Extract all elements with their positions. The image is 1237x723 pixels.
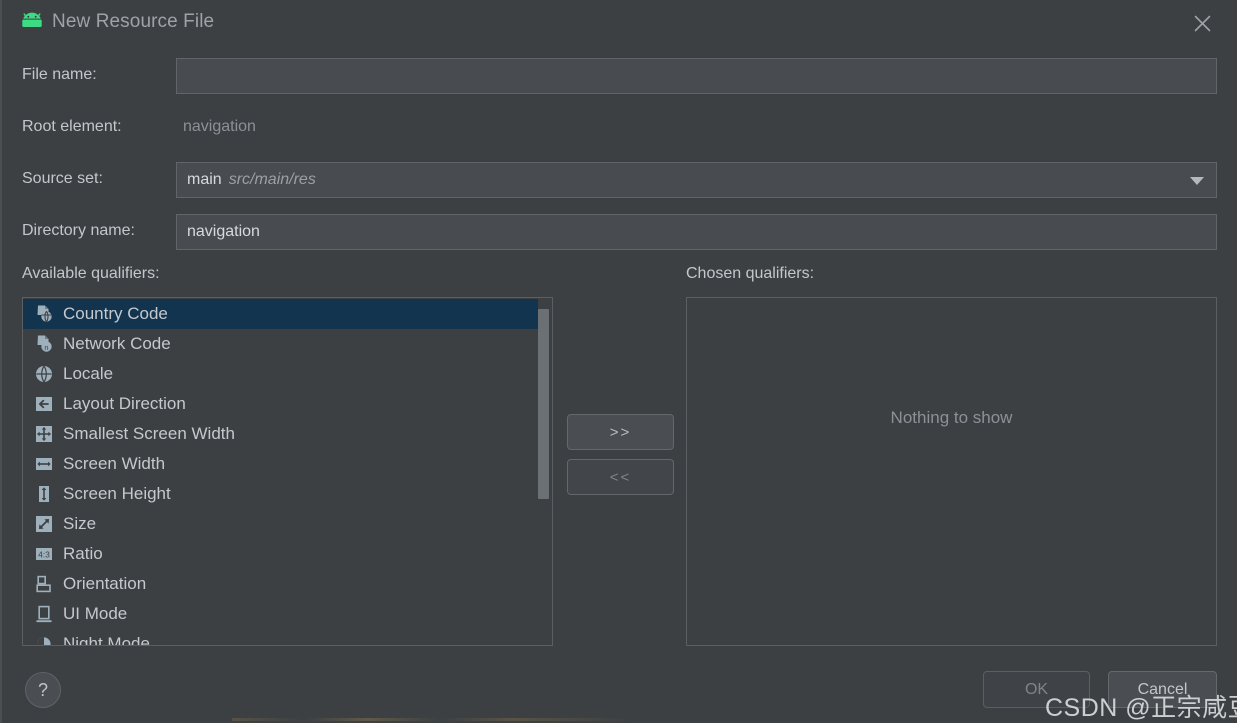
dialog-title: New Resource File	[52, 11, 215, 32]
chosen-qualifiers-label: Chosen qualifiers:	[686, 265, 815, 282]
night-mode-icon	[33, 633, 55, 645]
qualifier-item-label: Layout Direction	[63, 394, 186, 413]
ratio-43-icon: 4:3	[33, 543, 55, 565]
qualifier-list-item[interactable]: Screen Height	[23, 479, 538, 509]
background-sliver	[232, 718, 632, 721]
ok-button[interactable]: OK	[983, 671, 1090, 708]
qualifier-item-label: Network Code	[63, 334, 171, 353]
qualifier-item-label: Locale	[63, 364, 114, 383]
scrollbar-thumb[interactable]	[538, 309, 549, 499]
qualifier-list-item[interactable]: 4:3 Ratio	[23, 539, 538, 569]
source-set-label: Source set:	[22, 170, 103, 187]
orientation-icon	[33, 573, 55, 595]
qualifier-list-item[interactable]: Smallest Screen Width	[23, 419, 538, 449]
qualifier-item-label: Night Mode	[63, 634, 150, 646]
source-set-path: src/main/res	[228, 171, 316, 188]
qualifier-list-item[interactable]: UI Mode	[23, 599, 538, 629]
qualifier-item-label: Country Code	[63, 304, 168, 323]
file-name-input[interactable]	[176, 58, 1217, 94]
diagonal-arrow-icon	[33, 513, 55, 535]
directory-name-label: Directory name:	[22, 222, 135, 239]
root-element-label: Root element:	[22, 118, 122, 135]
svg-text:n: n	[44, 343, 48, 352]
android-robot-icon	[19, 11, 45, 33]
source-set-value: main	[187, 171, 222, 188]
qualifier-item-label: Orientation	[63, 574, 147, 593]
svg-text:4:3: 4:3	[38, 550, 50, 560]
close-icon[interactable]	[1182, 8, 1222, 38]
source-set-combobox[interactable]: main src/main/res	[176, 162, 1217, 198]
add-qualifier-button[interactable]: >>	[567, 414, 674, 450]
help-button[interactable]: ?	[25, 672, 61, 708]
network-code-icon: n	[33, 333, 55, 355]
qualifier-list-item[interactable]: Screen Width	[23, 449, 538, 479]
qualifier-list-item[interactable]: Locale	[23, 359, 538, 389]
title-bar: New Resource File	[2, 0, 1237, 46]
chosen-empty-message: Nothing to show	[890, 408, 1013, 427]
new-resource-file-dialog: New Resource File File name: Root elemen…	[0, 0, 1237, 723]
qualifier-list-item[interactable]: Layout Direction	[23, 389, 538, 419]
root-element-value: navigation	[183, 118, 256, 135]
qualifier-item-label: Ratio	[63, 544, 103, 563]
chevron-down-icon	[1190, 177, 1204, 185]
arrow-left-icon	[33, 393, 55, 415]
qualifier-item-label: Screen Height	[63, 484, 171, 503]
horizontal-arrows-icon	[33, 453, 55, 475]
remove-qualifier-button[interactable]: <<	[567, 459, 674, 495]
qualifier-list-item[interactable]: Country Code	[23, 299, 538, 329]
available-qualifiers-list[interactable]: Country Code n Network Code Locale Layout Di…	[22, 297, 553, 646]
four-way-arrows-icon	[33, 423, 55, 445]
qualifier-list-item[interactable]: n Network Code	[23, 329, 538, 359]
vertical-arrows-icon	[33, 483, 55, 505]
qualifier-list-item[interactable]: Size	[23, 509, 538, 539]
chosen-qualifiers-list[interactable]: Nothing to show	[686, 297, 1217, 646]
qualifier-item-label: UI Mode	[63, 604, 128, 623]
qualifier-item-label: Screen Width	[63, 454, 166, 473]
qualifier-item-label: Smallest Screen Width	[63, 424, 235, 443]
qualifier-list-item[interactable]: Night Mode	[23, 629, 538, 646]
cancel-button[interactable]: Cancel	[1108, 671, 1217, 708]
directory-name-input[interactable]	[176, 214, 1217, 250]
qualifier-list-item[interactable]: Orientation	[23, 569, 538, 599]
available-list-scrollbar[interactable]	[538, 299, 551, 644]
ui-mode-icon	[33, 603, 55, 625]
country-code-icon	[33, 303, 55, 325]
available-qualifiers-label: Available qualifiers:	[22, 265, 160, 282]
qualifier-item-label: Size	[63, 514, 97, 533]
globe-icon	[33, 363, 55, 385]
file-name-label: File name:	[22, 66, 97, 83]
